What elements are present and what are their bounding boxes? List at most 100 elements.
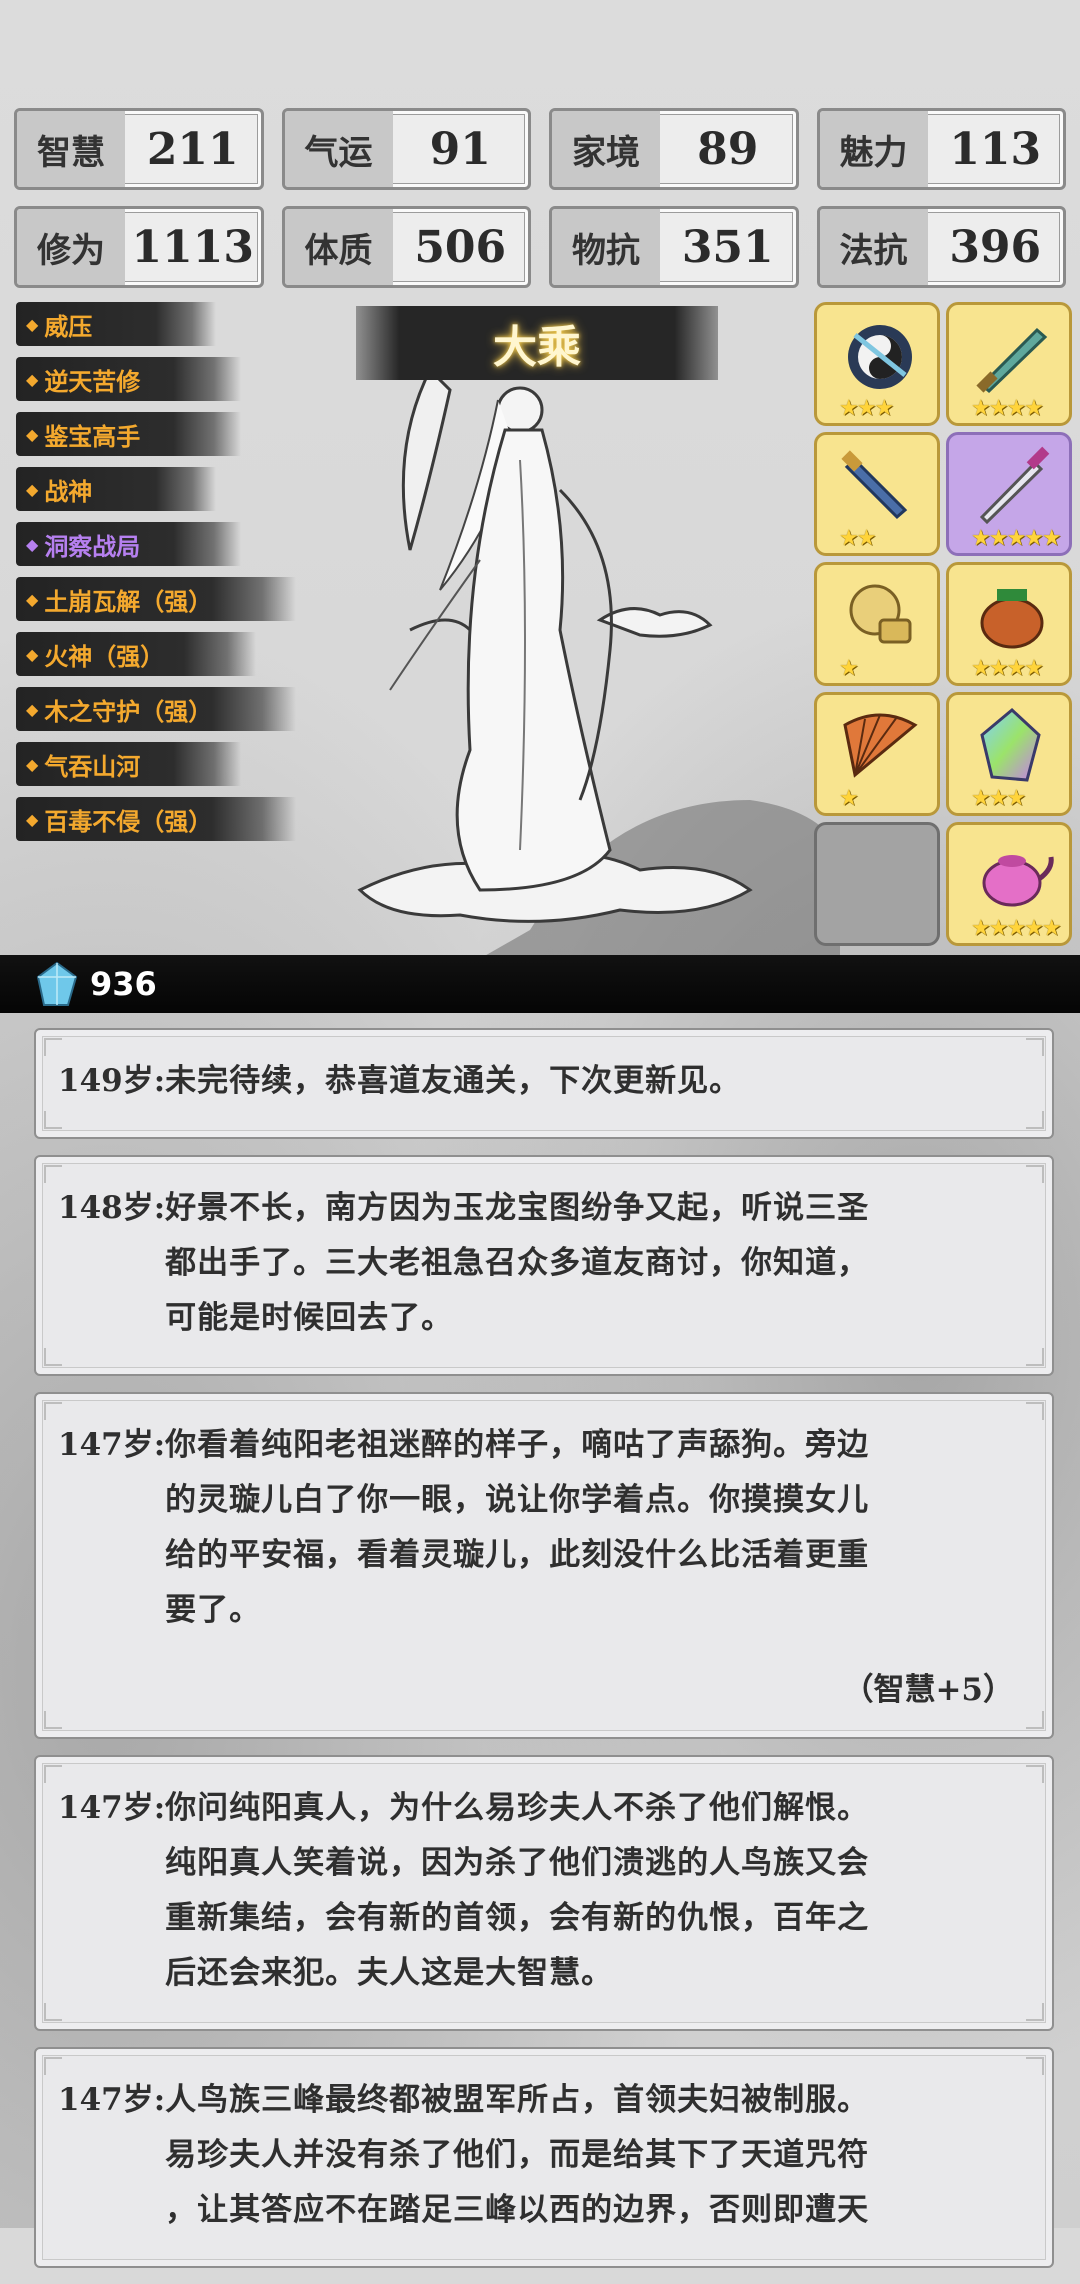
- stat-luck: 气运 91: [281, 108, 531, 190]
- entry-age: 148岁:: [58, 1190, 166, 1226]
- entry-age: 147岁:: [58, 1427, 166, 1463]
- entry-text: 好景不长，南方因为玉龙宝图纷争又起，听说三圣: [165, 1190, 870, 1226]
- stat-value: 1113: [131, 221, 254, 273]
- entry-text: 人鸟族三峰最终都被盟军所占，首领夫妇被制服。: [165, 2082, 870, 2118]
- stat-magic-resist: 法抗 396: [816, 206, 1066, 288]
- equipment-slot[interactable]: ★★: [814, 432, 940, 556]
- stat-label: 智慧: [17, 111, 125, 187]
- stat-label: 法抗: [819, 209, 928, 285]
- equipment-slot[interactable]: ★★★★: [946, 302, 1072, 426]
- stat-label: 魅力: [819, 111, 928, 187]
- life-event-log[interactable]: 149岁: 未完待续，恭喜道友通关，下次更新见。 148岁: 好景不长，南方因为…: [34, 1028, 1054, 2284]
- entry-text: 你问纯阳真人，为什么易珍夫人不杀了他们解恨。: [165, 1790, 870, 1826]
- star-rating: ★★★★★: [971, 916, 1062, 941]
- log-entry: 149岁: 未完待续，恭喜道友通关，下次更新见。: [34, 1028, 1054, 1139]
- stat-physical-resist: 物抗 351: [549, 206, 799, 288]
- skill-tag[interactable]: ◆ 木之守护（强）: [16, 687, 296, 731]
- skill-label: 逆天苦修: [44, 367, 141, 396]
- diamond-icon: ◆: [26, 424, 39, 444]
- skill-tag[interactable]: ◆ 火神（强）: [16, 632, 256, 676]
- equipment-slot[interactable]: ★★★★★: [946, 432, 1072, 556]
- stat-value: 89: [697, 123, 759, 175]
- entry-text: ，让其答应不在踏足三峰以西的边界，否则即遭天: [165, 2192, 870, 2228]
- equipment-slot[interactable]: ★: [814, 562, 940, 686]
- entry-text: 易珍夫人并没有杀了他们，而是给其下了天道咒符: [165, 2137, 870, 2173]
- star-rating: ★★: [839, 526, 876, 551]
- log-entry: 147岁: 人鸟族三峰最终都被盟军所占，首领夫妇被制服。 易珍夫人并没有杀了他们…: [34, 2047, 1054, 2268]
- skill-label: 土崩瓦解（强）: [44, 587, 213, 616]
- rainbow-crystal-icon: [980, 708, 1041, 782]
- entry-age: 147岁:: [58, 1790, 166, 1826]
- skill-label: 木之守护（强）: [44, 697, 213, 726]
- equipment-slot[interactable]: ★★★★★: [946, 822, 1072, 946]
- equipment-grid: ★★★ ★★★★ ★★ ★★★★★ ★ ★★★★ ★ ★★★ ★★★★★: [814, 302, 1074, 952]
- entry-age: 147岁:: [58, 2082, 166, 2118]
- diamond-icon: ◆: [26, 644, 39, 664]
- blue-sword-icon: [841, 450, 908, 520]
- star-rating: ★: [839, 786, 859, 811]
- skill-tag[interactable]: ◆ 鉴宝高手: [16, 412, 241, 456]
- skill-tag[interactable]: ◆ 洞察战局: [16, 522, 241, 566]
- entry-text: 纯阳真人笑着说，因为杀了他们溃逃的人鸟族又会: [165, 1845, 870, 1881]
- entry-text: 可能是时候回去了。: [165, 1300, 454, 1336]
- golden-gauntlet-icon: [849, 584, 912, 644]
- jade-sword-icon: [976, 327, 1048, 394]
- yin-yang-orb-icon: [848, 325, 912, 389]
- star-rating: ★★★: [839, 396, 894, 421]
- entry-text: 要了。: [165, 1592, 262, 1628]
- stat-label: 气运: [284, 111, 393, 187]
- diamond-icon: ◆: [26, 809, 39, 829]
- equipment-slot[interactable]: ★★★★: [946, 562, 1072, 686]
- entry-text: 未完待续，恭喜道友通关，下次更新见。: [165, 1063, 742, 1099]
- stat-value: 91: [429, 123, 491, 175]
- star-rating: ★★★: [971, 786, 1026, 811]
- skill-list: ◆ 威压 ◆ 逆天苦修 ◆ 鉴宝高手 ◆ 战神 ◆ 洞察战局 ◆ 土崩瓦解（强） ◆ 火神（强…: [16, 302, 296, 852]
- equipment-slot[interactable]: ★★★: [946, 692, 1072, 816]
- skill-label: 威压: [44, 312, 93, 341]
- star-rating: ★: [839, 656, 859, 681]
- equipment-slot[interactable]: ★★★: [814, 302, 940, 426]
- stat-value: 211: [146, 123, 239, 175]
- diamond-icon: ◆: [26, 314, 39, 334]
- purple-sword-icon: [979, 446, 1050, 525]
- diamond-icon: ◆: [26, 479, 39, 499]
- diamond-icon: ◆: [26, 369, 39, 389]
- entry-text: 后还会来犯。夫人这是大智慧。: [165, 1955, 614, 1991]
- stat-gain: （智慧+5）: [842, 1672, 1014, 1708]
- crystal-icon: [36, 961, 78, 1006]
- skill-label: 鉴宝高手: [44, 422, 141, 451]
- star-rating: ★★★★★: [971, 526, 1062, 551]
- skill-tag[interactable]: ◆ 百毒不侵（强）: [16, 797, 296, 841]
- diamond-icon: ◆: [26, 589, 39, 609]
- stat-charm: 魅力 113: [816, 108, 1066, 190]
- stat-value: 113: [949, 123, 1042, 175]
- diamond-icon: ◆: [26, 754, 39, 774]
- bronze-cauldron-icon: [980, 589, 1044, 649]
- entry-text: 给的平安福，看着灵璇儿，此刻没什么比活着更重: [165, 1537, 870, 1573]
- equipment-slot-empty[interactable]: [814, 822, 940, 946]
- fan-icon: [843, 713, 918, 778]
- skill-tag[interactable]: ◆ 气吞山河: [16, 742, 241, 786]
- realm-title: 大乘: [493, 322, 581, 373]
- entry-text: 重新集结，会有新的首领，会有新的仇恨，百年之: [165, 1900, 870, 1936]
- skill-label: 战神: [44, 477, 93, 506]
- skill-label: 气吞山河: [44, 752, 141, 781]
- stat-family: 家境 89: [549, 108, 799, 190]
- stat-label: 家境: [552, 111, 660, 187]
- log-entry: 147岁: 你看着纯阳老祖迷醉的样子，嘀咕了声舔狗。旁边 的灵璇儿白了你一眼，说…: [34, 1392, 1054, 1739]
- skill-tag[interactable]: ◆ 战神: [16, 467, 216, 511]
- realm-banner: 大乘: [356, 306, 718, 380]
- skill-tag[interactable]: ◆ 逆天苦修: [16, 357, 241, 401]
- equipment-slot[interactable]: ★: [814, 692, 940, 816]
- stat-value: 351: [681, 221, 774, 273]
- teapot-icon: [982, 855, 1054, 907]
- log-entry: 148岁: 好景不长，南方因为玉龙宝图纷争又起，听说三圣 都出手了。三大老祖急召…: [34, 1155, 1054, 1376]
- skill-tag[interactable]: ◆ 威压: [16, 302, 216, 346]
- star-rating: ★★★★: [971, 396, 1044, 421]
- stat-value: 506: [414, 221, 507, 273]
- skill-tag[interactable]: ◆ 土崩瓦解（强）: [16, 577, 296, 621]
- stat-label: 修为: [17, 209, 125, 285]
- skill-label: 洞察战局: [44, 532, 141, 561]
- currency-bar: 936: [0, 955, 1080, 1013]
- entry-text: 都出手了。三大老祖急召众多道友商讨，你知道，: [165, 1245, 870, 1281]
